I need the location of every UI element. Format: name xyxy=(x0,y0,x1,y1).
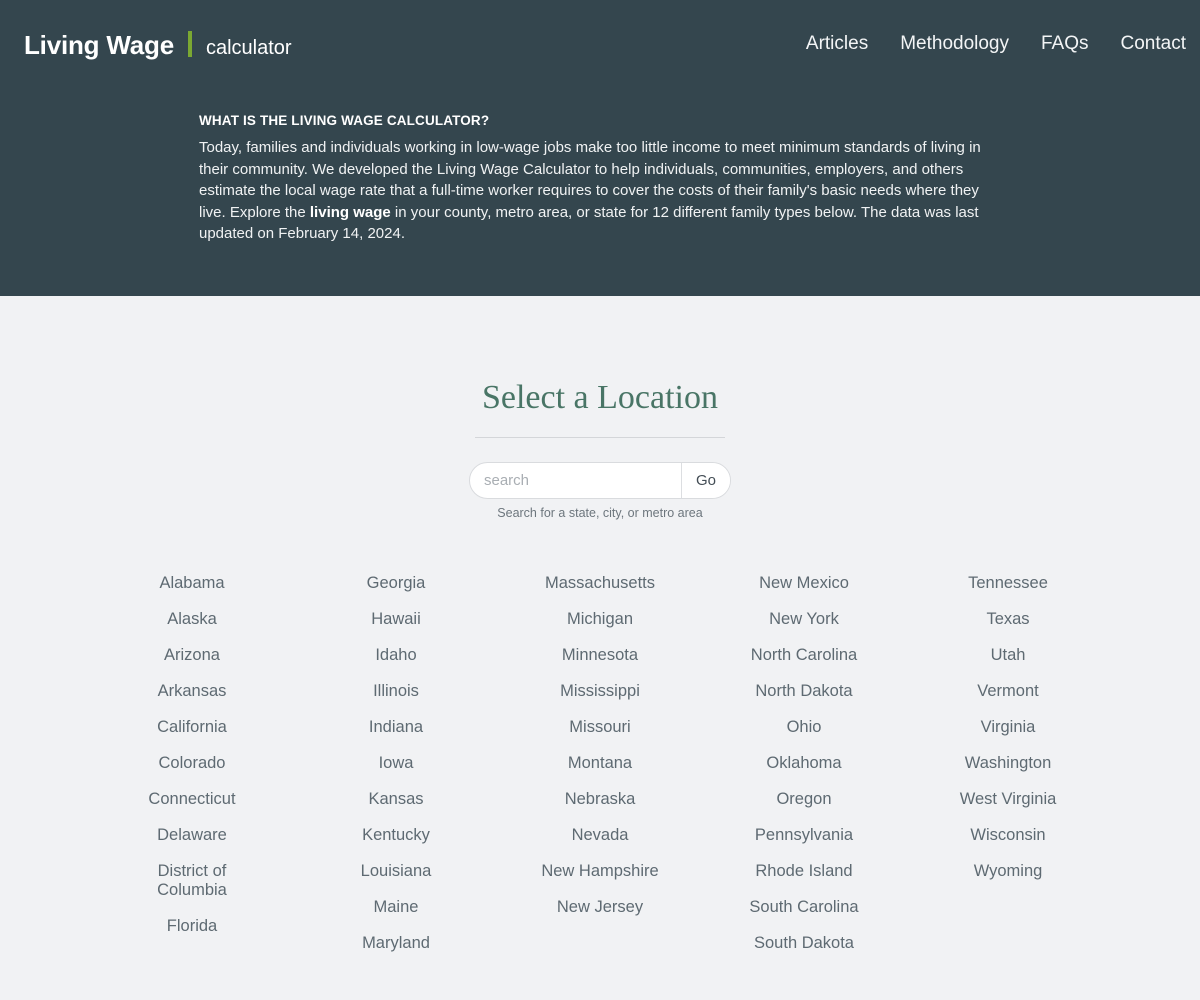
search-hint-text: Search for a state, city, or metro area xyxy=(497,506,703,520)
state-link[interactable]: Missouri xyxy=(565,709,634,745)
page-title: Select a Location xyxy=(481,379,718,416)
intro-block: WHAT IS THE LIVING WAGE CALCULATOR? Toda… xyxy=(199,113,989,245)
intro-paragraph: Today, families and individuals working … xyxy=(199,137,989,245)
state-link[interactable]: Mississippi xyxy=(556,673,644,709)
state-link[interactable]: New Jersey xyxy=(553,889,647,925)
state-list: Alabama Alaska Arizona Arkansas California Co… xyxy=(0,565,1200,961)
nav-item-methodology[interactable]: Methodology xyxy=(884,27,1025,61)
state-link[interactable]: Texas xyxy=(982,601,1033,637)
state-column-2: Georgia Hawaii Idaho Illinois Indiana Iowa Kan… xyxy=(294,565,498,961)
state-link[interactable]: Arizona xyxy=(160,637,224,673)
state-link[interactable]: Rhode Island xyxy=(751,853,856,889)
search-area: Go Search for a state, city, or metro ar… xyxy=(469,462,731,521)
nav-item-faqs[interactable]: FAQs xyxy=(1025,27,1105,61)
state-link[interactable]: Idaho xyxy=(371,637,420,673)
state-link[interactable]: Kentucky xyxy=(358,817,434,853)
site-header: Living Wage calculator Articles Methodol… xyxy=(0,0,1200,296)
state-column-1: Alabama Alaska Arizona Arkansas California Co… xyxy=(90,565,294,961)
top-bar: Living Wage calculator Articles Methodol… xyxy=(0,0,1200,88)
state-column-4: New Mexico New York North Carolina North Da… xyxy=(702,565,906,961)
title-underline xyxy=(475,437,725,438)
state-link[interactable]: Pennsylvania xyxy=(751,817,857,853)
state-link[interactable]: Hawaii xyxy=(367,601,425,637)
state-link[interactable]: North Carolina xyxy=(747,637,861,673)
state-link[interactable]: Louisiana xyxy=(357,853,436,889)
search-go-button[interactable]: Go xyxy=(680,463,730,498)
state-link[interactable]: North Dakota xyxy=(751,673,856,709)
logo-primary-text: Living Wage xyxy=(24,29,174,60)
state-link[interactable]: Alabama xyxy=(155,565,228,601)
state-link[interactable]: Virginia xyxy=(977,709,1040,745)
state-link[interactable]: Wyoming xyxy=(970,853,1047,889)
state-column-5: Tennessee Texas Utah Vermont Virginia Washing… xyxy=(906,565,1110,961)
intro-heading: WHAT IS THE LIVING WAGE CALCULATOR? xyxy=(199,113,490,128)
state-link[interactable]: Minnesota xyxy=(558,637,642,673)
state-link[interactable]: Illinois xyxy=(369,673,423,709)
nav-item-articles[interactable]: Articles xyxy=(790,27,884,61)
state-link[interactable]: Nevada xyxy=(568,817,633,853)
main-navigation: Articles Methodology FAQs Contact xyxy=(790,27,1190,61)
state-link[interactable]: Wisconsin xyxy=(966,817,1049,853)
state-link[interactable]: New York xyxy=(765,601,843,637)
state-link[interactable]: Indiana xyxy=(365,709,427,745)
state-link[interactable]: Oregon xyxy=(772,781,835,817)
logo-secondary-text: calculator xyxy=(205,36,292,59)
state-link[interactable]: Iowa xyxy=(375,745,418,781)
state-link[interactable]: Tennessee xyxy=(964,565,1052,601)
state-link[interactable]: Maryland xyxy=(358,925,434,961)
state-link[interactable]: Michigan xyxy=(563,601,637,637)
state-link[interactable]: Alaska xyxy=(163,601,221,637)
search-input[interactable] xyxy=(470,463,681,498)
state-link[interactable]: Connecticut xyxy=(144,781,239,817)
state-link[interactable]: Florida xyxy=(163,908,221,944)
state-link[interactable]: Washington xyxy=(961,745,1056,781)
state-link[interactable]: New Mexico xyxy=(755,565,853,601)
main-content: Select a Location Go Search for a state,… xyxy=(0,296,1200,961)
state-link[interactable]: Nebraska xyxy=(561,781,640,817)
intro-bold-phrase: living wage xyxy=(309,203,391,221)
state-link[interactable]: Kansas xyxy=(364,781,427,817)
state-link[interactable]: California xyxy=(153,709,231,745)
state-link[interactable]: Montana xyxy=(564,745,636,781)
state-link[interactable]: Delaware xyxy=(153,817,231,853)
state-link[interactable]: South Dakota xyxy=(750,925,858,961)
state-link[interactable]: New Hampshire xyxy=(537,853,662,889)
state-link[interactable]: Maine xyxy=(370,889,423,925)
state-link[interactable]: District of Columbia xyxy=(122,853,262,908)
state-link[interactable]: West Virginia xyxy=(956,781,1061,817)
site-logo[interactable]: Living Wage calculator xyxy=(24,28,292,61)
state-link[interactable]: Massachusetts xyxy=(541,565,659,601)
state-link[interactable]: Colorado xyxy=(155,745,230,781)
state-link[interactable]: Ohio xyxy=(783,709,826,745)
state-link[interactable]: Arkansas xyxy=(154,673,231,709)
state-link[interactable]: Georgia xyxy=(363,565,430,601)
state-link[interactable]: South Carolina xyxy=(745,889,862,925)
nav-item-contact[interactable]: Contact xyxy=(1105,27,1190,61)
state-column-3: Massachusetts Michigan Minnesota Mississipp… xyxy=(498,565,702,961)
state-link[interactable]: Vermont xyxy=(973,673,1042,709)
state-link[interactable]: Oklahoma xyxy=(762,745,845,781)
state-link[interactable]: Utah xyxy=(987,637,1030,673)
logo-divider-bar xyxy=(187,30,192,57)
search-group: Go xyxy=(469,462,731,499)
